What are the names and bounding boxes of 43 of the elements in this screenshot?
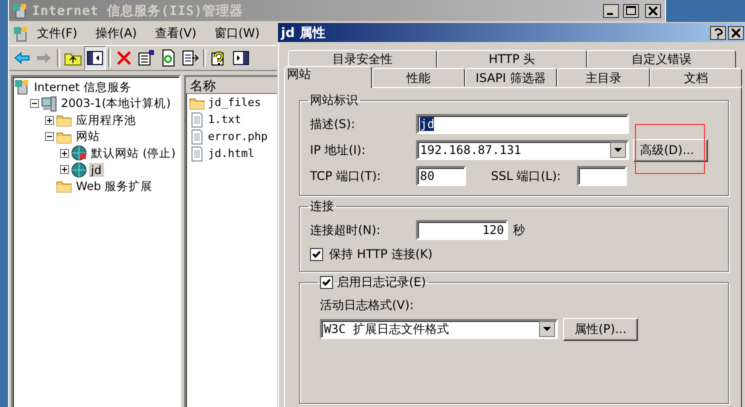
text-field[interactable]: 80 bbox=[416, 166, 466, 186]
tree-item[interactable]: 默认网站 (停止) bbox=[89, 146, 178, 161]
checkbox-label[interactable]: 启用日志记录(E) bbox=[337, 274, 426, 291]
tab[interactable]: 自定义错误 bbox=[586, 50, 736, 68]
field-label: 连接超时(N): bbox=[310, 222, 382, 238]
tab[interactable]: 网站 bbox=[284, 66, 372, 88]
tree-item[interactable]: Web 服务扩展 bbox=[74, 178, 155, 194]
file-name[interactable]: error.php bbox=[208, 130, 268, 143]
menu-item[interactable]: 查看(V) bbox=[146, 25, 206, 42]
tab[interactable]: 文档 bbox=[650, 68, 742, 87]
tab[interactable]: 性能 bbox=[372, 68, 464, 87]
field-label: 描述(S): bbox=[310, 116, 356, 132]
group-title: 连接 bbox=[310, 199, 334, 213]
field-label: SSL 端口(L): bbox=[491, 168, 562, 184]
file-name[interactable]: jd.html bbox=[208, 147, 254, 160]
tab[interactable]: 主目录 bbox=[557, 68, 650, 87]
dialog-title: jd 属性 bbox=[281, 24, 326, 42]
menu-item[interactable]: 操作(A) bbox=[87, 25, 147, 42]
file-name[interactable]: jd_files bbox=[208, 96, 261, 109]
tree-item[interactable]: jd bbox=[89, 162, 104, 177]
menu-item[interactable]: 文件(F) bbox=[29, 25, 88, 42]
tab[interactable]: HTTP 头 bbox=[437, 50, 587, 68]
field-label: 活动日志格式(V): bbox=[320, 296, 415, 314]
field-label: TCP 端口(T): bbox=[310, 168, 382, 184]
tab[interactable]: ISAPI 筛选器 bbox=[464, 68, 557, 87]
advanced-button[interactable]: 高级(D)... bbox=[633, 138, 708, 162]
tree-item[interactable]: 应用程序池 bbox=[74, 112, 138, 128]
properties-button[interactable]: 属性(P)... bbox=[563, 318, 638, 340]
tab[interactable]: 目录安全性 bbox=[288, 50, 438, 68]
checkbox-label[interactable]: 保持 HTTP 连接(K) bbox=[329, 246, 433, 262]
menu-item[interactable]: 窗口(W) bbox=[206, 25, 270, 42]
dropdown[interactable]: 192.168.87.131 bbox=[416, 140, 629, 160]
dropdown[interactable]: W3C 扩展日志文件格式 bbox=[320, 319, 558, 339]
number-field[interactable]: 120 bbox=[416, 220, 508, 240]
unit-label: 秒 bbox=[513, 222, 525, 238]
text-field[interactable]: jd bbox=[416, 114, 629, 134]
group-title: 网站标识 bbox=[310, 93, 358, 107]
window-title: Internet 信息服务(IIS)管理器 bbox=[32, 3, 244, 20]
file-name[interactable]: 1.txt bbox=[208, 113, 242, 126]
tree-item[interactable]: 2003-1(本地计算机) bbox=[59, 96, 173, 112]
tree-item[interactable]: Internet 信息服务 bbox=[32, 80, 134, 95]
field-label: IP 地址(I): bbox=[310, 142, 367, 158]
tree-item[interactable]: 网站 bbox=[74, 129, 102, 144]
